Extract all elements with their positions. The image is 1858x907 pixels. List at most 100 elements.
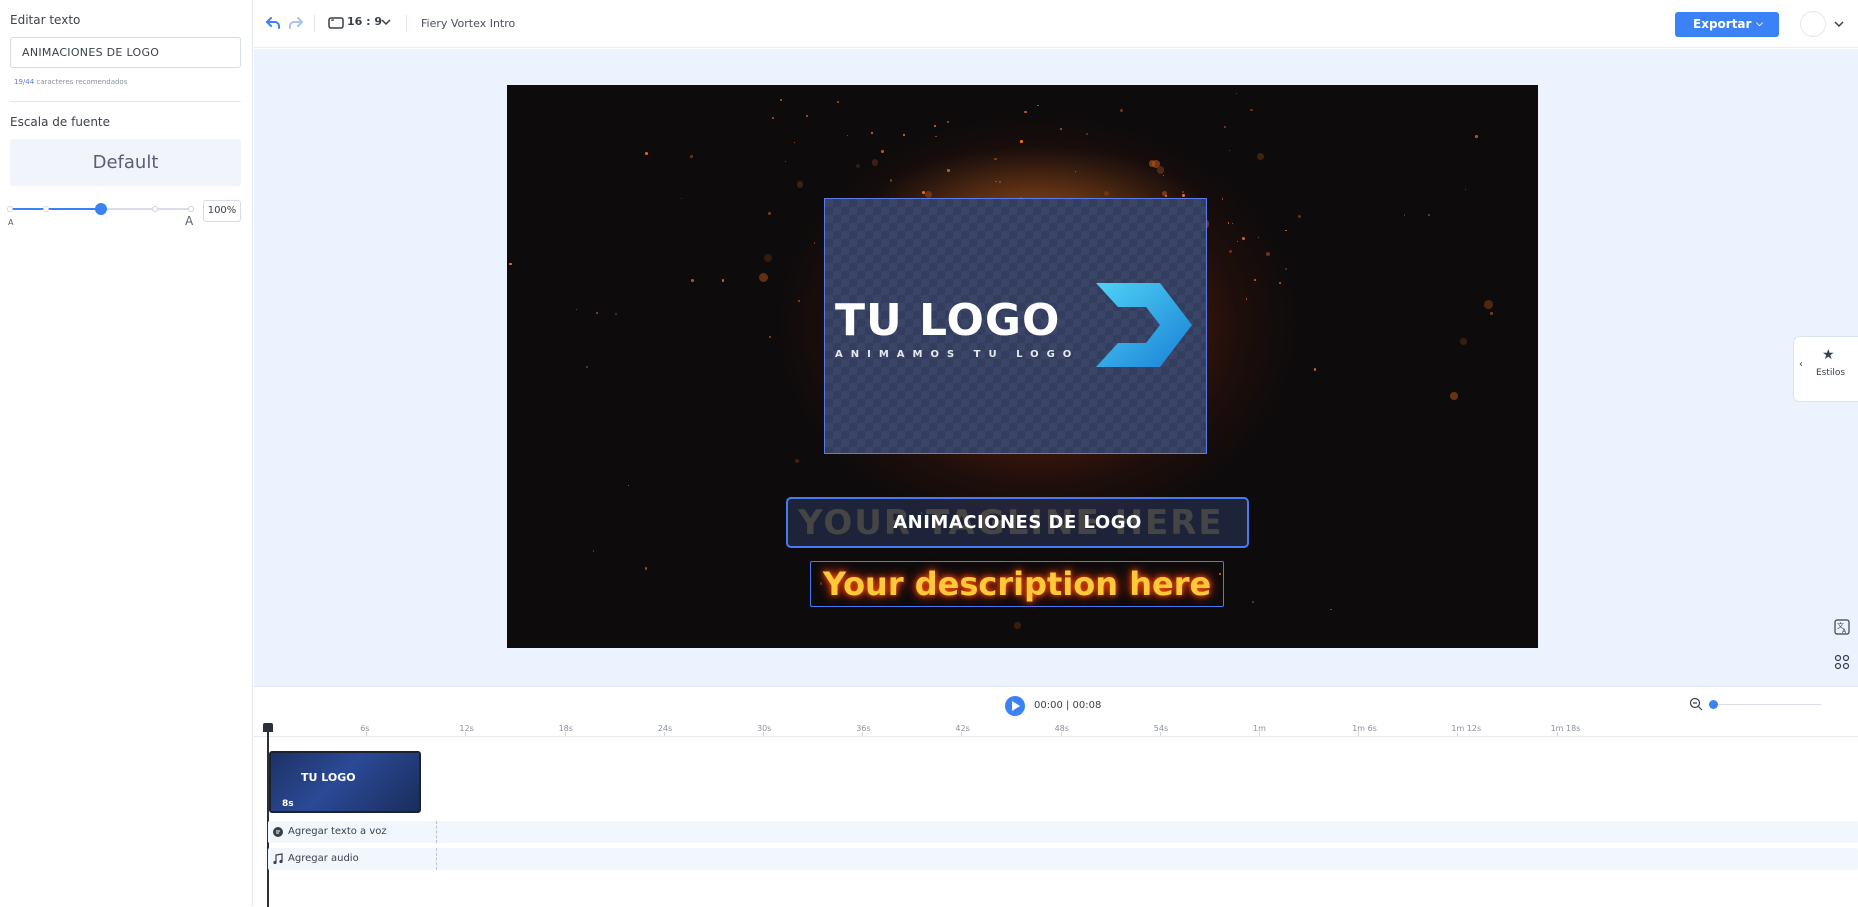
text-field[interactable]: ANIMACIONES DE LOGO (10, 37, 241, 68)
ember-particle (1284, 267, 1287, 270)
grid-icon[interactable] (1832, 652, 1852, 672)
tagline-text-box[interactable]: YOUR TAGLINE HERE ANIMACIONES DE LOGO (786, 497, 1249, 548)
font-scale-label: Escala de fuente (10, 115, 111, 129)
ember-particle (1475, 135, 1478, 139)
track-marker (436, 848, 437, 870)
chevron-down-icon[interactable] (1833, 18, 1845, 30)
slider-tick (152, 206, 158, 212)
tts-track[interactable]: Agregar texto a voz (268, 821, 1858, 843)
ember-particle (1103, 190, 1109, 196)
time-display: 00:00 | 00:08 (1034, 700, 1102, 711)
ember-particle (1490, 312, 1493, 315)
tts-icon (273, 827, 283, 837)
logo-text: TU LOGO (835, 295, 1061, 346)
slider-knob[interactable] (95, 203, 107, 215)
audio-label: Agregar audio (288, 853, 359, 864)
ember-particle (1224, 126, 1227, 129)
ember-particle (771, 117, 774, 120)
ember-particle (585, 365, 589, 369)
redo-icon[interactable] (287, 14, 305, 32)
ember-particle (890, 179, 893, 182)
ember-particle (1165, 195, 1168, 197)
scale-percent-field[interactable]: 100% (203, 200, 241, 222)
tagline-text: ANIMACIONES DE LOGO (893, 512, 1142, 533)
ember-particle (592, 549, 595, 552)
zoom-out-icon[interactable] (1689, 697, 1703, 711)
avatar[interactable] (1800, 11, 1826, 37)
zoom-slider[interactable] (1711, 704, 1821, 705)
ember-particle (934, 125, 936, 127)
ember-particle (680, 197, 683, 200)
font-scale-preset[interactable]: Default (10, 139, 241, 186)
ember-particle (758, 273, 768, 283)
ember-particle (785, 160, 787, 163)
ember-particle (1330, 608, 1333, 611)
timeline-ruler[interactable]: 6s 12s 18s 24s 30s 36s 42s 48s 54s 1m 1m 6s 1m 12s 1… (254, 721, 1858, 737)
audio-track[interactable]: Agregar audio (268, 848, 1858, 870)
top-bar: 16 : 9 Fiery Vortex Intro Exportar ⌵ (254, 0, 1858, 48)
star-icon: ★ (1822, 347, 1835, 363)
ember-particle (596, 312, 598, 315)
ruler-label: 24s (657, 724, 673, 733)
ember-particle (575, 308, 577, 310)
slider-max-label: A (185, 214, 194, 228)
translate-icon[interactable]: 文 A (1832, 617, 1852, 637)
export-button[interactable]: Exportar ⌵ (1675, 12, 1779, 37)
ember-particle (881, 150, 884, 153)
toolbar-separator (314, 15, 315, 32)
project-name[interactable]: Fiery Vortex Intro (421, 17, 515, 30)
ember-particle (947, 121, 949, 123)
styles-panel[interactable]: ‹ ★ Estilos (1793, 336, 1858, 402)
tts-label: Agregar texto a voz (288, 826, 387, 837)
ruler-label: 18s (558, 724, 573, 733)
ruler-label: 1m 12s (1451, 724, 1482, 733)
ruler-label: 12s (459, 724, 474, 733)
music-note-icon (273, 853, 283, 865)
ember-particle (1298, 215, 1302, 219)
ember-particle (870, 131, 873, 134)
aspect-ratio-label[interactable]: 16 : 9 (347, 15, 382, 28)
ember-particle (1257, 152, 1264, 160)
ember-particle (1182, 194, 1185, 197)
ember-particle (1484, 300, 1494, 310)
play-button[interactable] (1005, 696, 1025, 716)
ember-particle (1313, 367, 1317, 371)
ember-particle (615, 312, 617, 315)
ember-particle (796, 180, 804, 188)
ember-particle (1037, 104, 1039, 107)
font-scale-slider[interactable] (7, 203, 194, 215)
logo-placeholder[interactable]: TU LOGO ANIMAMOS TU LOGO (824, 198, 1207, 454)
ember-particle (1156, 166, 1165, 174)
video-canvas[interactable]: TU LOGO ANIMAMOS TU LOGO YOUR TAGLINE HE… (507, 85, 1538, 648)
video-clip[interactable]: TU LOGO 8s (269, 751, 421, 813)
chevron-down-icon: ⌵ (1756, 19, 1763, 29)
ember-particle (769, 335, 772, 338)
workspace: TU LOGO ANIMAMOS TU LOGO YOUR TAGLINE HE… (254, 49, 1858, 706)
left-panel: Editar texto ANIMACIONES DE LOGO 19/44 c… (0, 0, 253, 906)
logo-subtitle: ANIMAMOS TU LOGO (835, 349, 1080, 360)
aspect-ratio-icon[interactable] (327, 14, 345, 32)
divider (10, 101, 241, 102)
ember-particle (813, 242, 815, 244)
ruler-label: 6s (360, 724, 370, 733)
undo-icon[interactable] (264, 14, 282, 32)
slider-tick (43, 206, 49, 212)
ember-particle (690, 278, 694, 282)
ember-particle (722, 279, 725, 282)
ember-particle (1465, 188, 1467, 190)
zoom-knob[interactable] (1709, 700, 1718, 709)
char-hint: 19/44 caracteres recomendados (14, 78, 127, 86)
description-text: Your description here (822, 565, 1212, 603)
timeline: 00:00 | 00:08 6s 12s 18s 24s 30s 36s 42s 48s 54s… (254, 686, 1858, 907)
ember-particle (644, 567, 648, 570)
ember-particle (1236, 92, 1238, 94)
chevron-down-icon[interactable] (380, 16, 392, 28)
ember-particle (846, 134, 849, 137)
char-count: 19/44 (14, 78, 35, 86)
ruler-label: 48s (1054, 724, 1069, 733)
ember-particle (855, 163, 860, 168)
clip-logo: TU LOGO (301, 771, 356, 784)
export-label: Exportar (1693, 17, 1752, 31)
chevron-left-icon[interactable]: ‹ (1799, 359, 1803, 370)
description-text-box[interactable]: Your description here (810, 561, 1224, 607)
